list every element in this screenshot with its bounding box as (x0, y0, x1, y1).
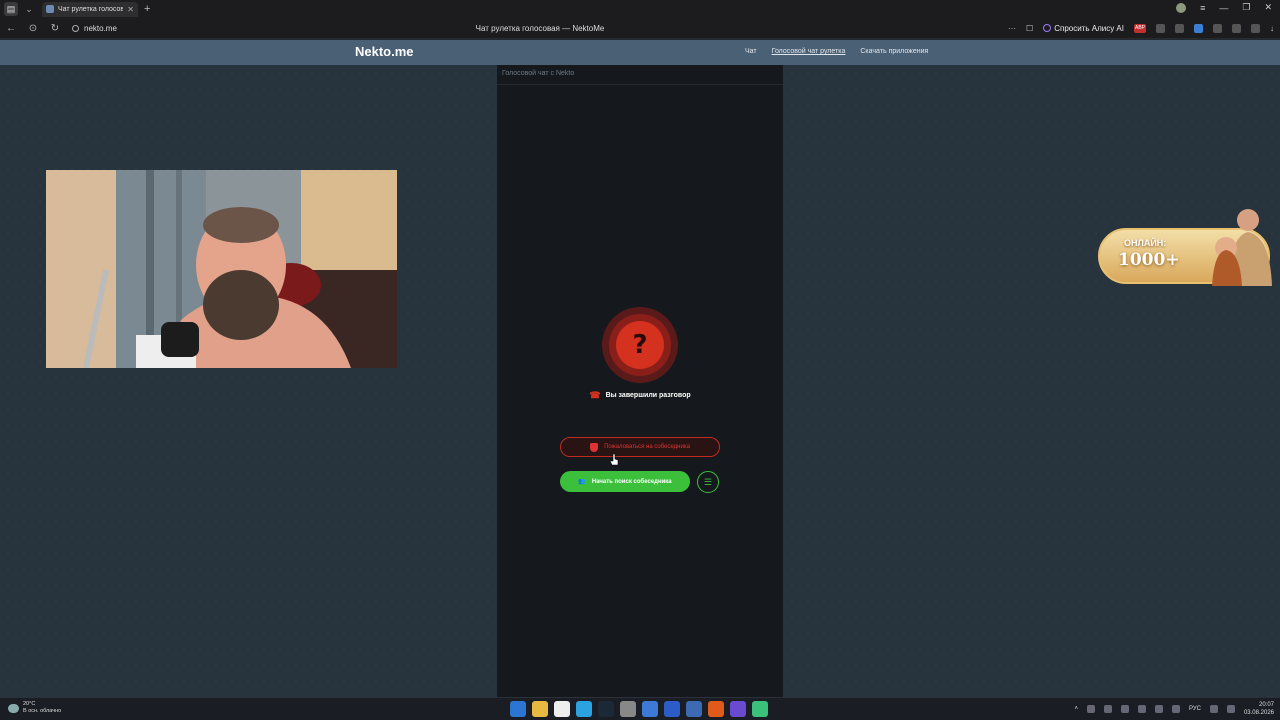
volume-icon[interactable] (1226, 705, 1235, 713)
yandex-browser-icon[interactable] (554, 701, 570, 717)
chevron-down-icon[interactable]: ⌄ (22, 2, 36, 16)
webcam-overlay (46, 170, 397, 368)
online-label: ОНЛАЙН: (1124, 238, 1167, 248)
restore-icon[interactable]: ❐ (1242, 2, 1250, 13)
settings-icon[interactable] (620, 701, 636, 717)
minimize-icon[interactable]: — (1219, 3, 1228, 13)
chat-panel: Голосовой чат с Nekto ? ☎ Вы завершили р… (497, 65, 783, 697)
start-search-button[interactable]: 👥 Начать поиск собеседника (560, 471, 690, 492)
complain-label: Пожаловаться на собеседника (604, 444, 690, 450)
temperature: 20°C (23, 701, 36, 707)
new-tab-button[interactable]: + (144, 3, 150, 15)
shield-icon (590, 442, 599, 452)
window-controls: ≡ — ❐ ✕ (1176, 2, 1272, 13)
address-bar: ← ⊙ ↻ nekto.me Чат рулетка голосовая — N… (0, 18, 1280, 39)
site-nav: Чат Голосовой чат рулетка Скачать прилож… (745, 48, 928, 55)
browser-tab[interactable]: Чат рулетка голосова ✕ (42, 1, 138, 17)
os-taskbar: 20°C В осн. облачно ˄ РУС 20:07 03.08.20… (0, 697, 1280, 720)
user-search-icon: 👥 (578, 479, 586, 485)
extension-icon[interactable] (1194, 23, 1203, 33)
menu-icon[interactable]: ≡ (1200, 3, 1205, 13)
nav-voice-chat[interactable]: Голосовой чат рулетка (772, 48, 846, 55)
puzzle-icon[interactable] (1213, 23, 1222, 33)
toolbar-right: ··· ☐ Спросить Алису AI ABP ↓ (1008, 23, 1274, 33)
collections-icon[interactable] (1251, 23, 1260, 33)
close-tab-icon[interactable]: ✕ (127, 5, 134, 14)
hand-cursor-icon (610, 454, 619, 466)
app-icon[interactable] (752, 701, 768, 717)
settings-sliders-button[interactable]: ☰ (697, 471, 719, 493)
question-mark-icon: ? (602, 307, 678, 383)
extension-icon[interactable] (1156, 23, 1165, 33)
tray-icon[interactable] (1154, 705, 1163, 713)
online-count: 1000+ (1118, 250, 1180, 270)
webcam-image (46, 170, 397, 368)
tray-icon[interactable] (1086, 705, 1095, 713)
adblock-icon[interactable]: ABP (1134, 23, 1146, 33)
weather-widget[interactable]: 20°C В осн. облачно (8, 701, 61, 715)
complain-button[interactable]: Пожаловаться на собеседника (560, 437, 720, 457)
question-mark-core: ? (616, 321, 664, 369)
alice-label: Спросить Алису AI (1054, 23, 1124, 33)
time: 20:07 (1258, 702, 1274, 708)
more-icon[interactable]: ··· (1008, 24, 1016, 33)
chart-app-icon[interactable] (730, 701, 746, 717)
explorer-icon[interactable] (532, 701, 548, 717)
taskbar-apps (510, 701, 768, 717)
telegram-tray-icon[interactable] (1137, 705, 1146, 713)
weather-text: В осн. облачно (23, 708, 62, 714)
steam-icon[interactable] (598, 701, 614, 717)
network-icon[interactable] (1209, 705, 1218, 713)
downloads-icon[interactable]: ↓ (1270, 24, 1274, 33)
language-indicator[interactable]: РУС (1189, 706, 1201, 712)
site-logo[interactable]: Nekto.me (355, 44, 414, 59)
site-header: Nekto.me Чат Голосовой чат рулетка Скача… (0, 40, 1280, 65)
cloud-icon (8, 703, 19, 713)
characters-image (1212, 209, 1272, 286)
hang-up-icon: ☎ (589, 390, 601, 400)
call-ended-text: Вы завершили разговор (605, 392, 691, 399)
chevron-up-icon[interactable]: ˄ (1074, 706, 1078, 712)
tabs-menu-icon[interactable]: ▤ (4, 2, 18, 16)
nav-download-apps[interactable]: Скачать приложения (860, 48, 928, 55)
microphone-icon[interactable] (1171, 705, 1180, 713)
panel-header: Голосовой чат с Nekto (497, 65, 783, 85)
clock[interactable]: 20:07 03.08.2026 (1244, 701, 1274, 717)
nav-chat[interactable]: Чат (745, 48, 757, 55)
app-icon[interactable] (664, 701, 680, 717)
close-window-icon[interactable]: ✕ (1264, 2, 1272, 13)
tray-icon[interactable] (1103, 705, 1112, 713)
online-badge[interactable]: ОНЛАЙН: 1000+ (1098, 206, 1276, 286)
call-ended-status: ☎ Вы завершили разговор (497, 390, 783, 401)
tray-icon[interactable] (1120, 705, 1129, 713)
bookmark-icon[interactable]: ☐ (1026, 24, 1033, 33)
app-icon[interactable] (686, 701, 702, 717)
profile-avatar[interactable] (1176, 2, 1187, 13)
alice-icon (1043, 24, 1052, 32)
app-icon[interactable] (708, 701, 724, 717)
start-icon[interactable] (510, 701, 526, 717)
page-title: Чат рулетка голосовая — NektoMe (475, 23, 605, 33)
extension-icon[interactable] (1175, 23, 1184, 33)
alice-button[interactable]: Спросить Алису AI (1043, 24, 1124, 33)
tab-favicon-icon (46, 5, 54, 13)
store-icon[interactable] (642, 701, 658, 717)
date: 03.08.2026 (1243, 710, 1274, 716)
sliders-icon: ☰ (703, 476, 713, 487)
start-search-label: Начать поиск собеседника (591, 478, 672, 485)
extension-icon[interactable] (1232, 23, 1241, 33)
system-tray: ˄ РУС 20:07 03.08.2026 (1074, 701, 1274, 717)
tab-title: Чат рулетка голосова (58, 5, 124, 13)
telegram-icon[interactable] (576, 701, 592, 717)
browser-tabbar: ▤ ⌄ Чат рулетка голосова ✕ + ≡ — ❐ ✕ (0, 0, 1280, 18)
